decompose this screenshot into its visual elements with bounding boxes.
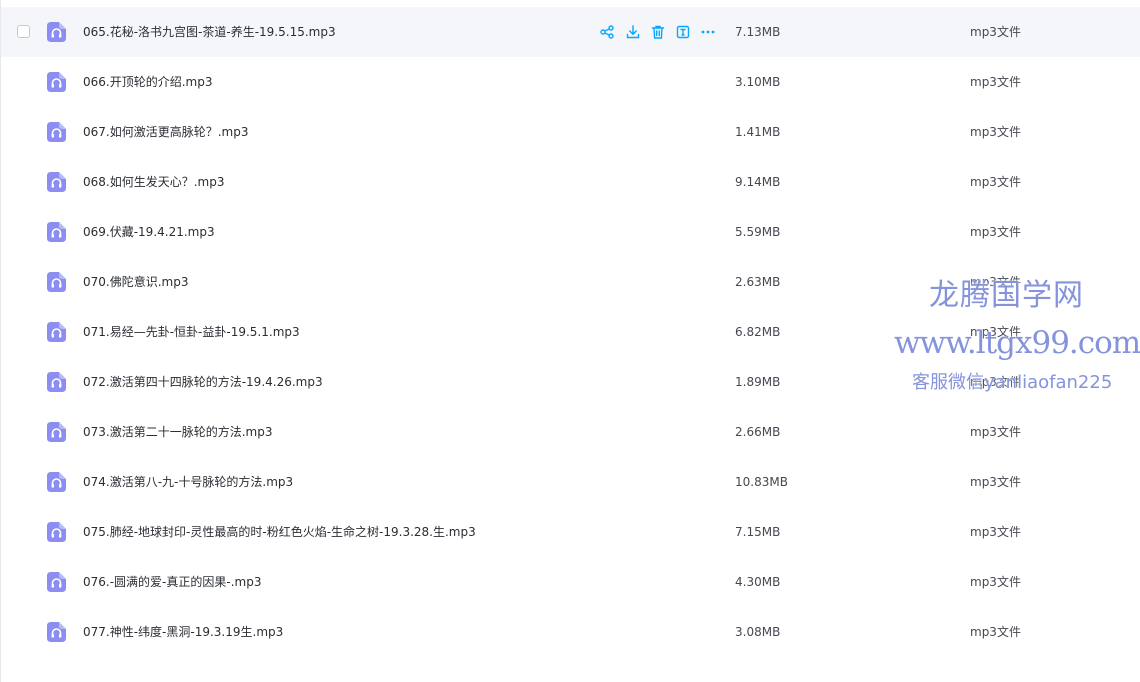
file-name[interactable]: 068.如何生发天心？.mp3: [83, 174, 224, 190]
file-size: 7.15MB: [735, 525, 781, 539]
file-name[interactable]: 073.激活第二十一脉轮的方法.mp3: [83, 424, 272, 440]
audio-file-icon: [47, 22, 66, 42]
file-name[interactable]: 072.激活第四十四脉轮的方法-19.4.26.mp3: [83, 374, 323, 390]
file-size: 3.08MB: [735, 625, 781, 639]
file-name[interactable]: 065.花秘-洛书九宫图-茶道-养生-19.5.15.mp3: [83, 24, 336, 40]
audio-file-icon: [47, 122, 66, 142]
file-type: mp3文件: [970, 75, 1021, 89]
file-size: 9.14MB: [735, 175, 781, 189]
file-row[interactable]: 068.如何生发天心？.mp3 9.14MB mp3文件: [1, 157, 1140, 207]
file-row[interactable]: 076.-圆满的爱-真正的因果-.mp3 4.30MB mp3文件: [1, 557, 1140, 607]
text-icon[interactable]: [675, 24, 691, 40]
file-type: mp3文件: [970, 125, 1021, 139]
file-size: 1.41MB: [735, 125, 781, 139]
file-name[interactable]: 066.开顶轮的介绍.mp3: [83, 74, 212, 90]
file-type: mp3文件: [970, 425, 1021, 439]
audio-file-icon: [47, 472, 66, 492]
audio-file-icon: [47, 72, 66, 92]
file-row[interactable]: 071.易经—先卦-恒卦-益卦-19.5.1.mp3 6.82MB mp3文件: [1, 307, 1140, 357]
file-name[interactable]: 074.激活第八-九-十号脉轮的方法.mp3: [83, 474, 293, 490]
audio-file-icon: [47, 572, 66, 592]
trash-icon[interactable]: [650, 24, 666, 40]
file-type: mp3文件: [970, 625, 1021, 639]
file-size: 2.66MB: [735, 425, 781, 439]
file-row[interactable]: 074.激活第八-九-十号脉轮的方法.mp3 10.83MB mp3文件: [1, 457, 1140, 507]
file-browser-page: 065.花秘-洛书九宫图-茶道-养生-19.5.15.mp3 7.13MB mp3文…: [0, 0, 1140, 682]
file-name[interactable]: 075.肺经-地球封印-灵性最高的时-粉红色火焰-生命之树-19.3.28.生.…: [83, 524, 476, 540]
file-type: mp3文件: [970, 25, 1021, 39]
audio-file-icon: [47, 222, 66, 242]
file-row[interactable]: 075.肺经-地球封印-灵性最高的时-粉红色火焰-生命之树-19.3.28.生.…: [1, 507, 1140, 557]
file-size: 5.59MB: [735, 225, 781, 239]
file-type: mp3文件: [970, 225, 1021, 239]
share-icon[interactable]: [599, 24, 615, 40]
file-row[interactable]: 065.花秘-洛书九宫图-茶道-养生-19.5.15.mp3 7.13MB mp3文…: [1, 7, 1140, 57]
audio-file-icon: [47, 422, 66, 442]
download-icon[interactable]: [625, 24, 641, 40]
file-size: 7.13MB: [735, 25, 781, 39]
file-row[interactable]: 072.激活第四十四脉轮的方法-19.4.26.mp3 1.89MB mp3文件: [1, 357, 1140, 407]
audio-file-icon: [47, 622, 66, 642]
file-row[interactable]: 077.神性-纬度-黑洞-19.3.19生.mp3 3.08MB mp3文件: [1, 607, 1140, 657]
audio-file-icon: [47, 522, 66, 542]
file-row[interactable]: 069.伏藏-19.4.21.mp3 5.59MB mp3文件: [1, 207, 1140, 257]
file-name[interactable]: 067.如何激活更高脉轮？.mp3: [83, 124, 248, 140]
file-name[interactable]: 069.伏藏-19.4.21.mp3: [83, 224, 215, 240]
file-size: 3.10MB: [735, 75, 781, 89]
file-size: 4.30MB: [735, 575, 781, 589]
file-size: 1.89MB: [735, 375, 781, 389]
file-row[interactable]: 073.激活第二十一脉轮的方法.mp3 2.66MB mp3文件: [1, 407, 1140, 457]
file-type: mp3文件: [970, 575, 1021, 589]
audio-file-icon: [47, 322, 66, 342]
audio-file-icon: [47, 372, 66, 392]
more-icon[interactable]: [700, 24, 716, 40]
file-size: 2.63MB: [735, 275, 781, 289]
file-type: mp3文件: [970, 325, 1021, 339]
file-type: mp3文件: [970, 175, 1021, 189]
file-row[interactable]: 067.如何激活更高脉轮？.mp3 1.41MB mp3文件: [1, 107, 1140, 157]
file-size: 10.83MB: [735, 475, 788, 489]
file-name[interactable]: 077.神性-纬度-黑洞-19.3.19生.mp3: [83, 624, 283, 640]
file-name[interactable]: 071.易经—先卦-恒卦-益卦-19.5.1.mp3: [83, 324, 300, 340]
file-row[interactable]: 070.佛陀意识.mp3 2.63MB mp3文件: [1, 257, 1140, 307]
audio-file-icon: [47, 272, 66, 292]
file-name[interactable]: 070.佛陀意识.mp3: [83, 274, 188, 290]
row-checkbox[interactable]: [17, 25, 30, 38]
file-list: 065.花秘-洛书九宫图-茶道-养生-19.5.15.mp3 7.13MB mp3文…: [1, 7, 1140, 657]
file-type: mp3文件: [970, 375, 1021, 389]
file-type: mp3文件: [970, 275, 1021, 289]
audio-file-icon: [47, 172, 66, 192]
file-name[interactable]: 076.-圆满的爱-真正的因果-.mp3: [83, 574, 261, 590]
file-size: 6.82MB: [735, 325, 781, 339]
file-type: mp3文件: [970, 525, 1021, 539]
file-row[interactable]: 066.开顶轮的介绍.mp3 3.10MB mp3文件: [1, 57, 1140, 107]
file-type: mp3文件: [970, 475, 1021, 489]
